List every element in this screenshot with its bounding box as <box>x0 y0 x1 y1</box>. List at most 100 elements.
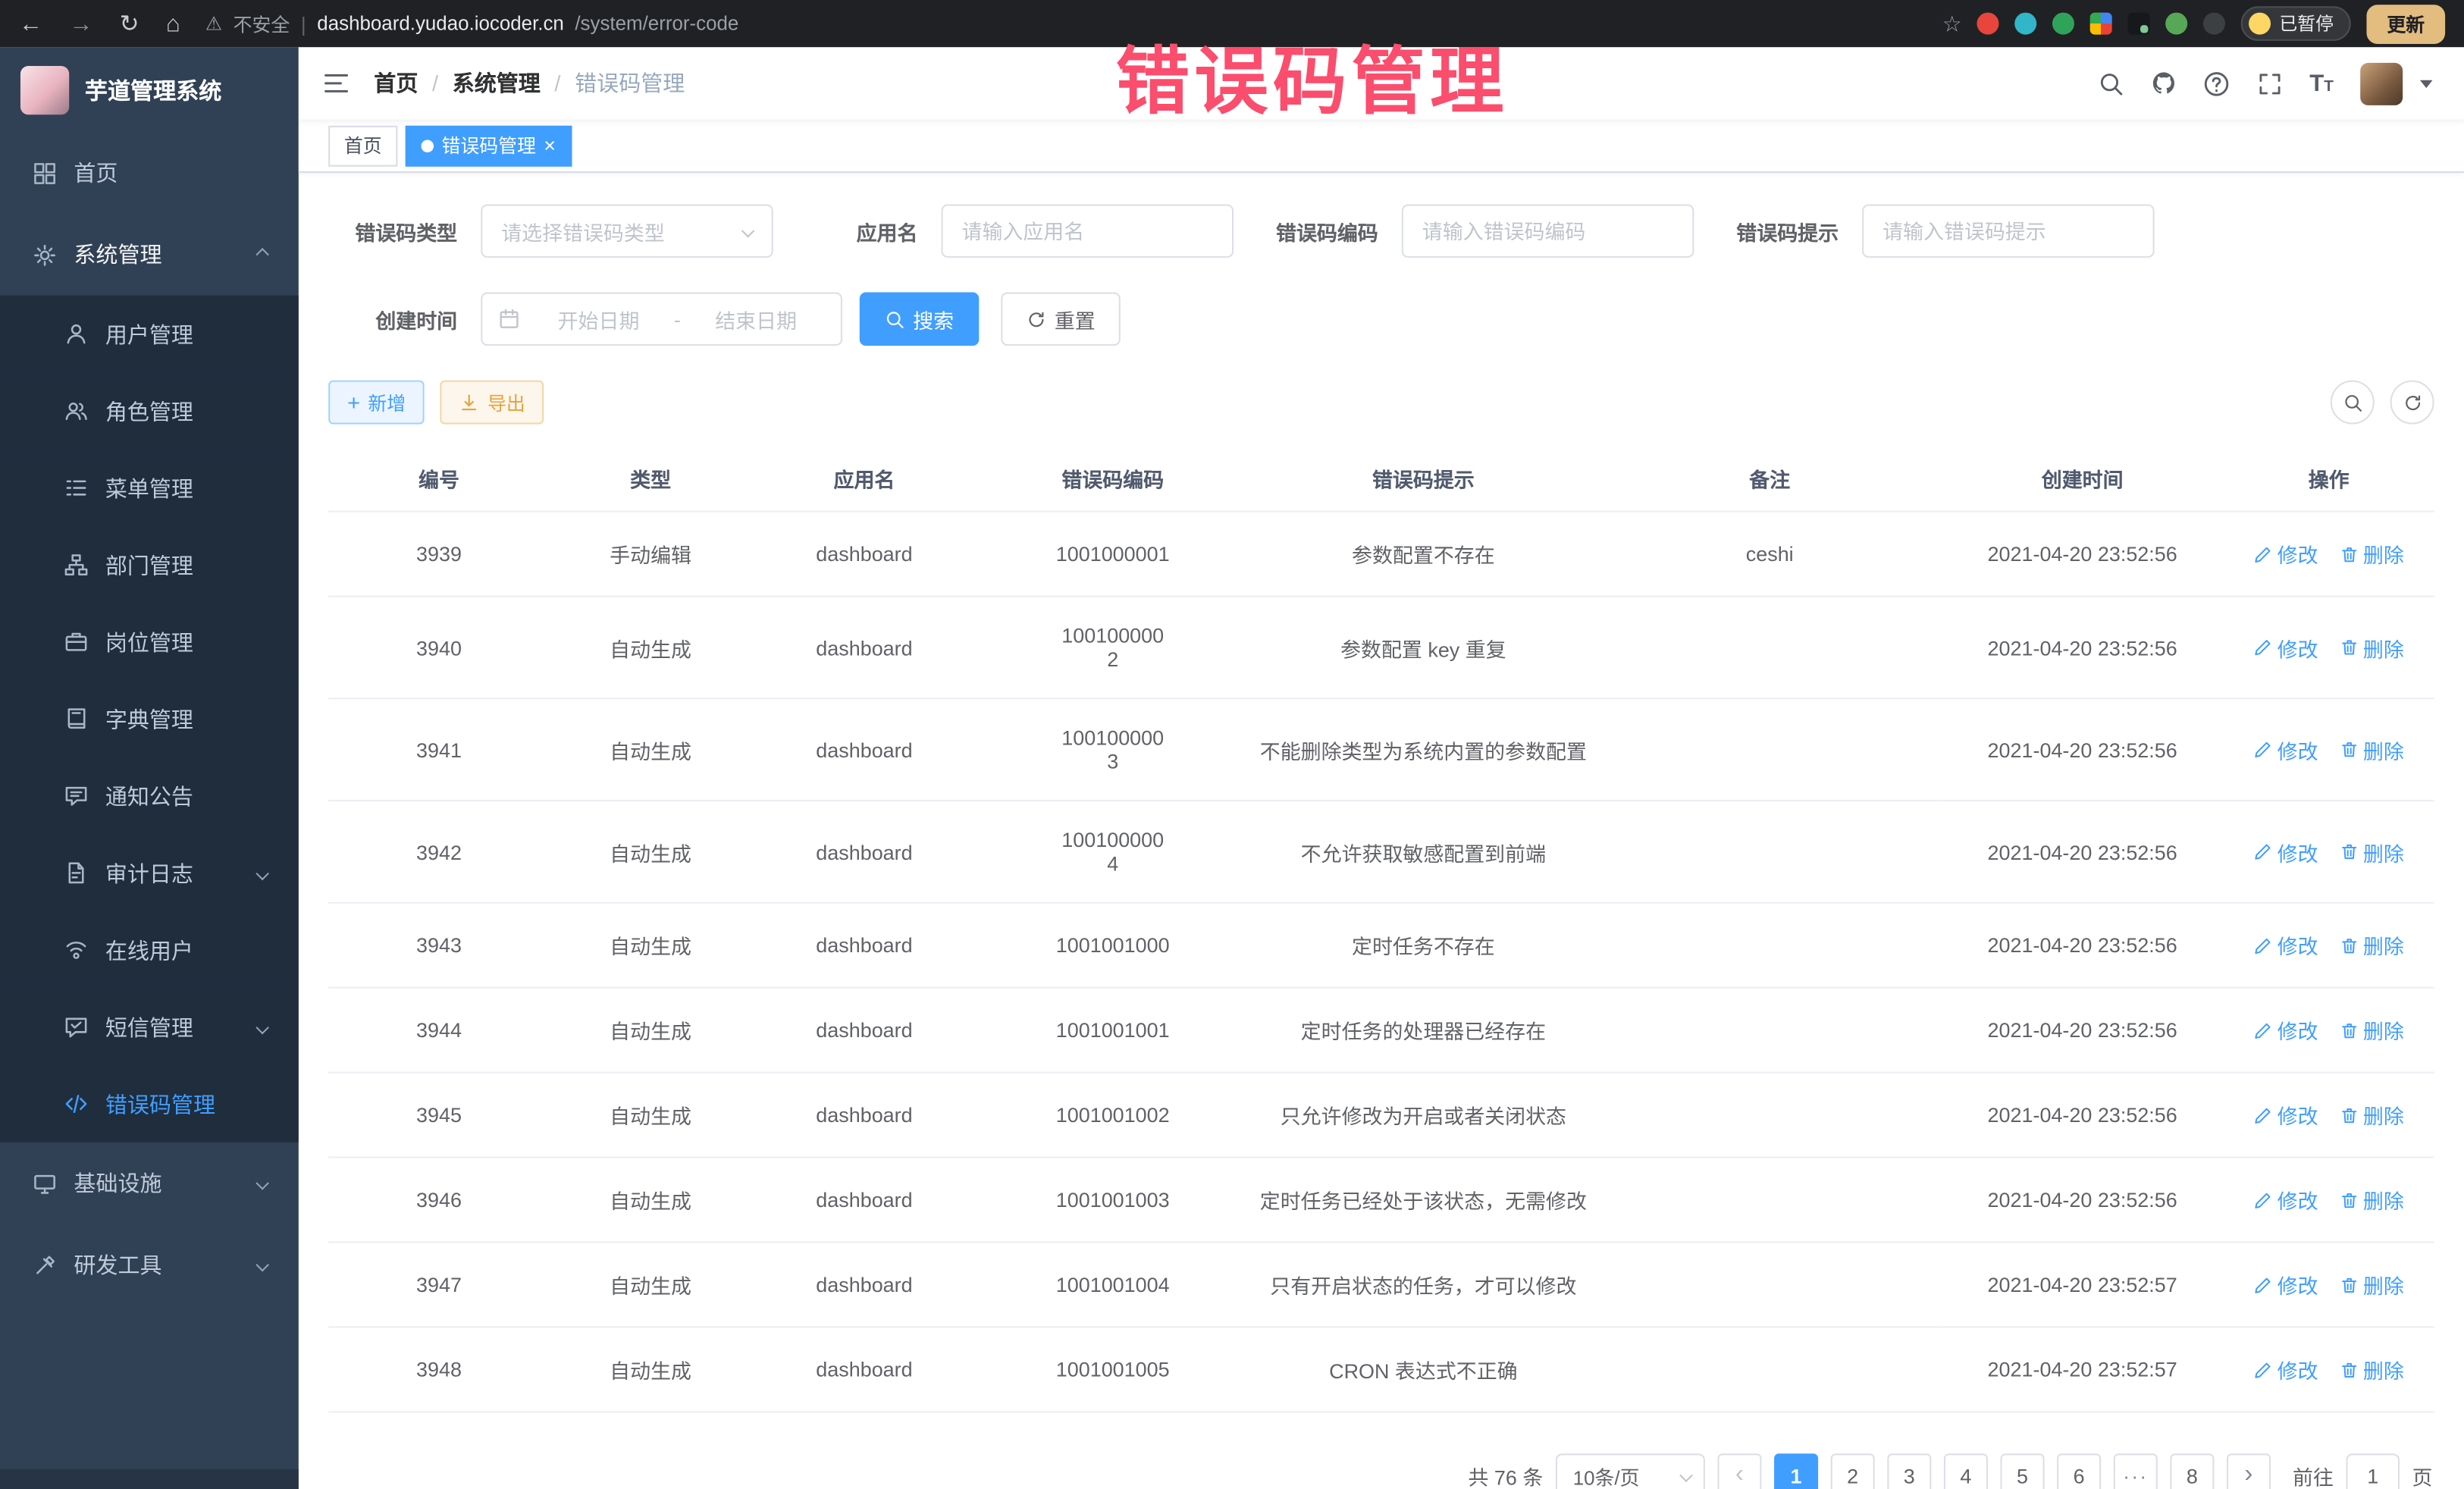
sidebar-item-departments[interactable]: 部门管理 <box>0 526 299 603</box>
cell-code: 1001001002 <box>977 1073 1249 1158</box>
page-button-3[interactable]: 3 <box>1887 1453 1931 1489</box>
page-button-4[interactable]: 4 <box>1944 1453 1988 1489</box>
edit-link[interactable]: 修改 <box>2254 1270 2318 1299</box>
more-pages-button[interactable]: ··· <box>2114 1453 2158 1489</box>
extension-icon[interactable] <box>1977 13 1999 35</box>
caret-down-icon[interactable] <box>2420 80 2433 87</box>
sidebar-item-posts[interactable]: 岗位管理 <box>0 603 299 681</box>
edit-link-label: 修改 <box>2277 1185 2318 1215</box>
edit-icon <box>2254 638 2273 657</box>
user-avatar[interactable] <box>2360 62 2403 105</box>
edit-link[interactable]: 修改 <box>2254 1355 2318 1384</box>
create-time-range-picker[interactable]: 开始日期 - 结束日期 <box>481 293 842 346</box>
error-type-select[interactable]: 请选择错误码类型 <box>481 204 773 257</box>
sidebar-item-sms[interactable]: 短信管理 <box>0 989 299 1066</box>
sidebar-item-dev-tools[interactable]: 研发工具 <box>0 1224 299 1306</box>
page-button-1[interactable]: 1 <box>1774 1453 1818 1489</box>
extension-icon[interactable] <box>2015 13 2037 35</box>
sidebar-item-home[interactable]: 首页 <box>0 132 299 214</box>
delete-link[interactable]: 删除 <box>2340 930 2404 960</box>
delete-link[interactable]: 删除 <box>2340 1015 2404 1045</box>
refresh-table-button[interactable] <box>2390 381 2434 425</box>
delete-link[interactable]: 删除 <box>2340 1270 2404 1299</box>
plus-icon: + <box>347 391 360 413</box>
hamburger-icon[interactable] <box>322 69 350 97</box>
delete-link[interactable]: 删除 <box>2340 539 2404 569</box>
dashboard-icon <box>31 161 56 184</box>
paused-badge[interactable]: 已暂停 <box>2242 6 2351 41</box>
search-button[interactable]: 搜索 <box>860 293 980 346</box>
sidebar-item-system[interactable]: 系统管理 <box>0 214 299 296</box>
help-icon[interactable] <box>2202 70 2229 96</box>
edit-link[interactable]: 修改 <box>2254 1015 2318 1045</box>
refresh-icon <box>2402 392 2422 412</box>
tab-home[interactable]: 首页 <box>328 125 397 166</box>
app-logo[interactable]: 芋道管理系统 <box>0 47 299 132</box>
font-size-icon[interactable]: TT <box>2309 71 2334 95</box>
delete-link[interactable]: 删除 <box>2340 632 2404 662</box>
breadcrumb-system[interactable]: 系统管理 <box>453 67 541 99</box>
browser-nav-buttons: ← → ↻ ⌂ <box>19 12 180 36</box>
edit-link[interactable]: 修改 <box>2254 930 2318 960</box>
error-code-input[interactable] <box>1402 204 1694 257</box>
sidebar-item-error-code[interactable]: 错误码管理 <box>0 1065 299 1143</box>
search-icon[interactable] <box>2097 70 2124 96</box>
edit-link[interactable]: 修改 <box>2254 837 2318 867</box>
extension-puzzle-icon[interactable] <box>2204 13 2226 35</box>
sidebar-item-menus[interactable]: 菜单管理 <box>0 450 299 527</box>
address-bar[interactable]: ⚠ 不安全 | dashboard.yudao.iocoder.cn/syste… <box>205 10 1926 36</box>
extension-leaf-icon[interactable] <box>2166 13 2188 35</box>
page-button-2[interactable]: 2 <box>1831 1453 1875 1489</box>
sidebar-item-audit-logs[interactable]: 审计日志 <box>0 835 299 912</box>
delete-link[interactable]: 删除 <box>2340 735 2404 764</box>
delete-link[interactable]: 删除 <box>2340 1355 2404 1384</box>
page-button-6[interactable]: 6 <box>2057 1453 2101 1489</box>
browser-home-icon[interactable]: ⌂ <box>166 12 180 36</box>
cell-time: 2021-04-20 23:52:56 <box>1942 597 2224 699</box>
edit-link[interactable]: 修改 <box>2254 632 2318 662</box>
add-button[interactable]: + 新增 <box>328 381 425 425</box>
edit-link[interactable]: 修改 <box>2254 1185 2318 1215</box>
sidebar-item-users[interactable]: 用户管理 <box>0 296 299 373</box>
sidebar-item-online-users[interactable]: 在线用户 <box>0 911 299 989</box>
toggle-search-button[interactable] <box>2331 381 2375 425</box>
page-button-5[interactable]: 5 <box>2000 1453 2044 1489</box>
app-name-input[interactable] <box>942 204 1234 257</box>
error-hint-input[interactable] <box>1862 204 2155 257</box>
close-icon[interactable]: × <box>544 135 556 155</box>
tab-error-code[interactable]: 错误码管理 × <box>406 125 572 166</box>
sidebar-item-dictionary[interactable]: 字典管理 <box>0 680 299 757</box>
prev-page-button[interactable]: ‹ <box>1717 1453 1761 1489</box>
bookmark-star-icon[interactable]: ☆ <box>1942 10 1962 36</box>
browser-reload-icon[interactable]: ↻ <box>120 12 140 36</box>
sidebar: 芋道管理系统 首页 系统管理 用户管理 角色管理 <box>0 47 299 1489</box>
browser-forward-icon[interactable]: → <box>69 12 92 36</box>
goto-page-input[interactable] <box>2346 1453 2400 1489</box>
reset-button[interactable]: 重置 <box>1001 293 1121 346</box>
sidebar-item-roles[interactable]: 角色管理 <box>0 372 299 450</box>
browser-back-icon[interactable]: ← <box>19 12 42 36</box>
extension-grid-icon[interactable] <box>2091 13 2113 35</box>
cell-message: 定时任务不存在 <box>1249 903 1598 988</box>
edit-link[interactable]: 修改 <box>2254 1100 2318 1130</box>
next-page-button[interactable]: › <box>2227 1453 2271 1489</box>
sidebar-item-notices[interactable]: 通知公告 <box>0 757 299 835</box>
delete-link[interactable]: 删除 <box>2340 1185 2404 1215</box>
fullscreen-icon[interactable] <box>2256 70 2283 96</box>
create-time-label: 创建时间 <box>350 304 457 334</box>
extension-on-icon[interactable] <box>2128 13 2150 35</box>
cell-app: dashboard <box>751 512 977 597</box>
export-button[interactable]: 导出 <box>440 381 544 425</box>
delete-link[interactable]: 删除 <box>2340 837 2404 867</box>
page-button-8[interactable]: 8 <box>2170 1453 2214 1489</box>
sidebar-item-infrastructure[interactable]: 基础设施 <box>0 1143 299 1224</box>
extension-check-icon[interactable] <box>2053 13 2075 35</box>
breadcrumb-home[interactable]: 首页 <box>374 67 418 99</box>
edit-link[interactable]: 修改 <box>2254 539 2318 569</box>
page-size-select[interactable]: 10条/页 <box>1556 1453 1705 1489</box>
search-icon <box>885 309 905 329</box>
edit-link[interactable]: 修改 <box>2254 735 2318 764</box>
delete-link[interactable]: 删除 <box>2340 1100 2404 1130</box>
update-button[interactable]: 更新 <box>2366 4 2445 43</box>
github-icon[interactable] <box>2151 71 2176 96</box>
